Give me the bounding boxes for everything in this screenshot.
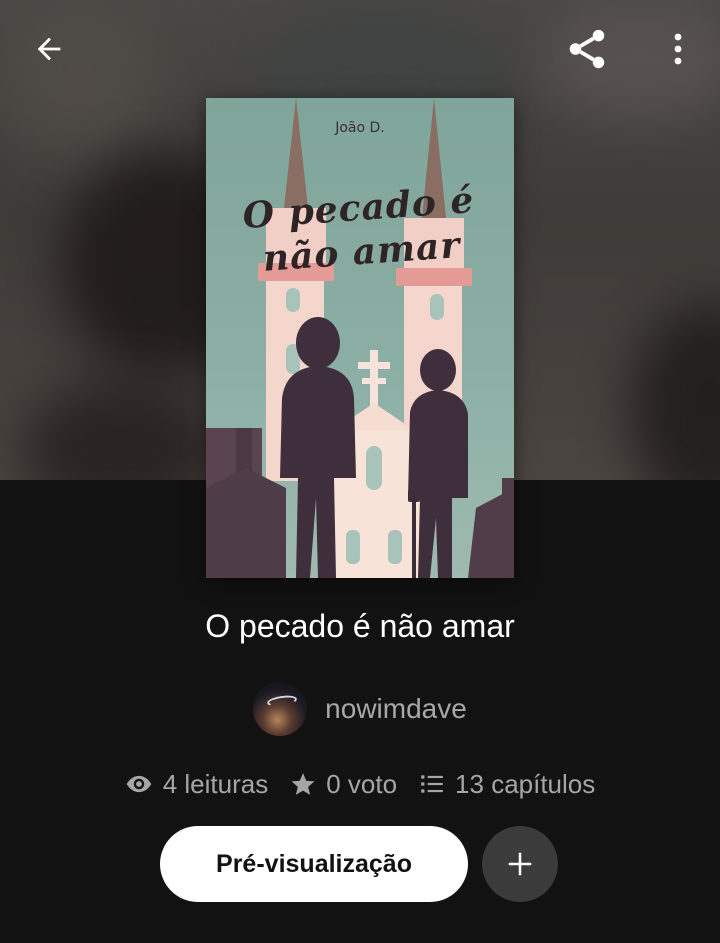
eye-icon (126, 775, 151, 793)
cover-author-text: João D. (335, 120, 385, 136)
share-button[interactable] (558, 20, 616, 78)
chapters-count: 13 capítulos (455, 768, 596, 799)
top-app-bar (0, 0, 720, 100)
chapters-stat: 13 capítulos (419, 769, 595, 800)
author-link[interactable]: nowimdave (0, 682, 720, 736)
add-to-library-button[interactable] (482, 826, 558, 902)
star-icon (291, 773, 315, 795)
share-icon (569, 29, 605, 69)
reads-stat: 4 leituras (125, 768, 269, 800)
votes-count: 0 voto (326, 768, 398, 799)
back-button[interactable] (22, 22, 76, 76)
list-icon (421, 775, 443, 793)
book-cover[interactable]: João D. O pecado é não amar (206, 98, 514, 578)
arrow-left-icon (37, 37, 61, 61)
votes-stat: 0 voto (290, 769, 397, 800)
author-avatar[interactable] (253, 682, 308, 736)
story-stats: 4 leituras 0 voto 13 capítulos (0, 762, 720, 806)
cover-illustration (206, 98, 514, 578)
more-options-button[interactable] (660, 22, 696, 76)
plus-icon (508, 852, 532, 876)
more-vertical-icon (674, 33, 682, 65)
preview-button[interactable]: Pré-visualização (160, 826, 468, 902)
reads-count: 4 leituras (162, 768, 269, 799)
story-title: O pecado é não amar (205, 608, 515, 644)
author-name[interactable]: nowimdave (325, 693, 467, 725)
